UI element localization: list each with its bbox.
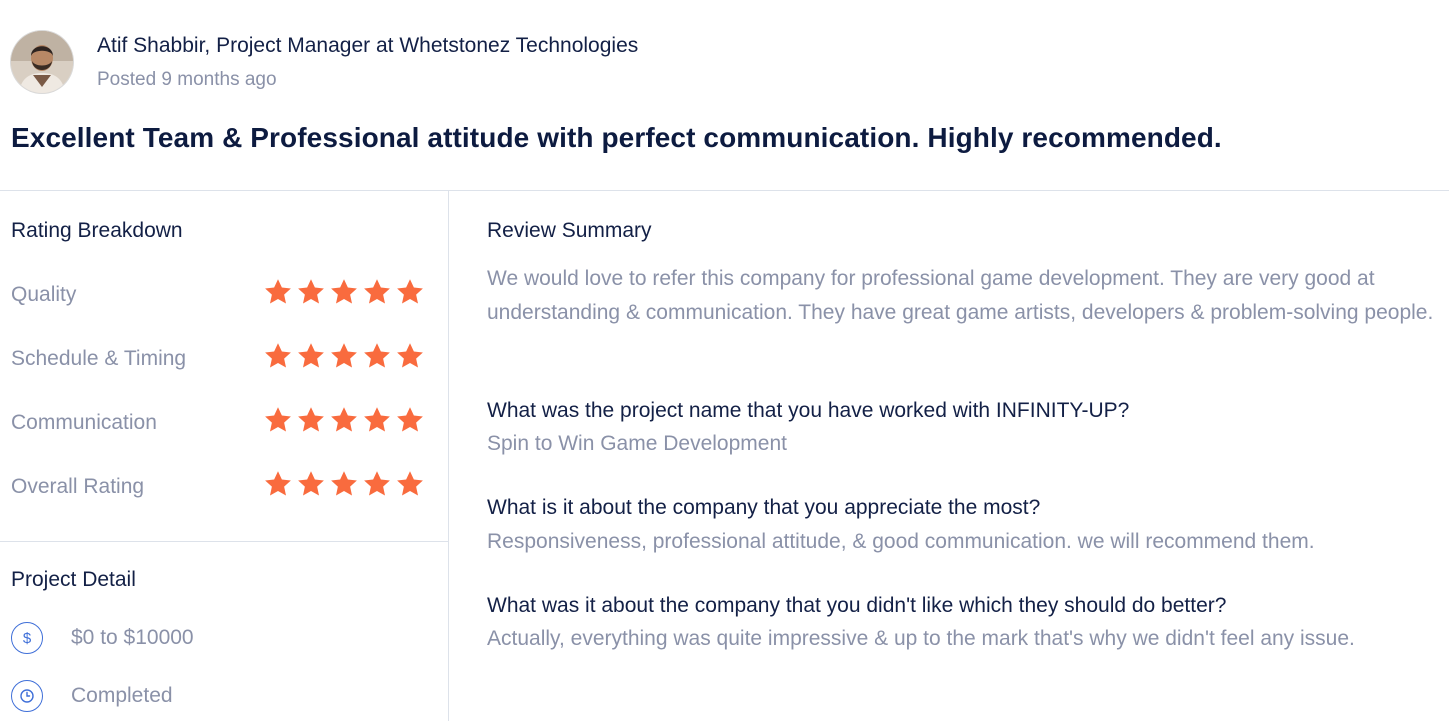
rating-row-communication: Communication	[11, 405, 425, 441]
review-summary-title: Review Summary	[487, 219, 652, 242]
star-icon	[329, 405, 359, 435]
reviewer-name-title: Atif Shabbir, Project Manager at Whetsto…	[97, 34, 639, 57]
star-icon	[395, 341, 425, 371]
star-icon	[296, 405, 326, 435]
project-budget-value: $0 to $10000	[71, 626, 194, 649]
star-rating	[263, 341, 425, 371]
star-icon	[263, 341, 293, 371]
star-icon	[362, 341, 392, 371]
question-3: What was it about the company that you d…	[487, 594, 1227, 617]
star-icon	[263, 277, 293, 307]
star-rating	[263, 405, 425, 435]
star-icon	[296, 469, 326, 499]
rating-row-overall: Overall Rating	[11, 469, 425, 505]
divider	[448, 191, 449, 721]
star-icon	[395, 469, 425, 499]
star-icon	[362, 469, 392, 499]
project-status-value: Completed	[71, 684, 173, 707]
star-icon	[329, 469, 359, 499]
reviewer-avatar	[11, 31, 73, 93]
star-icon	[296, 341, 326, 371]
rating-row-quality: Quality	[11, 277, 425, 313]
star-icon	[362, 405, 392, 435]
dollar-icon: $	[11, 622, 43, 654]
rating-label: Quality	[11, 283, 77, 306]
star-rating	[263, 277, 425, 307]
review-headline: Excellent Team & Professional attitude w…	[11, 122, 1222, 153]
project-detail-title: Project Detail	[11, 568, 136, 591]
review-summary-text: We would love to refer this company for …	[487, 267, 1434, 324]
question-1: What was the project name that you have …	[487, 399, 1130, 422]
divider	[0, 541, 448, 542]
posted-time: Posted 9 months ago	[97, 69, 277, 90]
answer-2: Responsiveness, professional attitude, &…	[487, 530, 1315, 553]
star-icon	[263, 405, 293, 435]
star-icon	[263, 469, 293, 499]
rating-label: Schedule & Timing	[11, 347, 187, 370]
rating-breakdown-title: Rating Breakdown	[11, 219, 183, 242]
star-icon	[329, 341, 359, 371]
clock-icon	[11, 680, 43, 712]
rating-row-schedule: Schedule & Timing	[11, 341, 425, 377]
star-icon	[329, 277, 359, 307]
answer-3: Actually, everything was quite impressiv…	[487, 627, 1355, 650]
answer-1: Spin to Win Game Development	[487, 432, 787, 455]
question-2: What is it about the company that you ap…	[487, 496, 1041, 519]
rating-label: Overall Rating	[11, 475, 145, 498]
star-icon	[296, 277, 326, 307]
star-icon	[395, 277, 425, 307]
star-icon	[395, 405, 425, 435]
rating-label: Communication	[11, 411, 157, 434]
star-rating	[263, 469, 425, 499]
star-icon	[362, 277, 392, 307]
divider	[0, 190, 1449, 191]
